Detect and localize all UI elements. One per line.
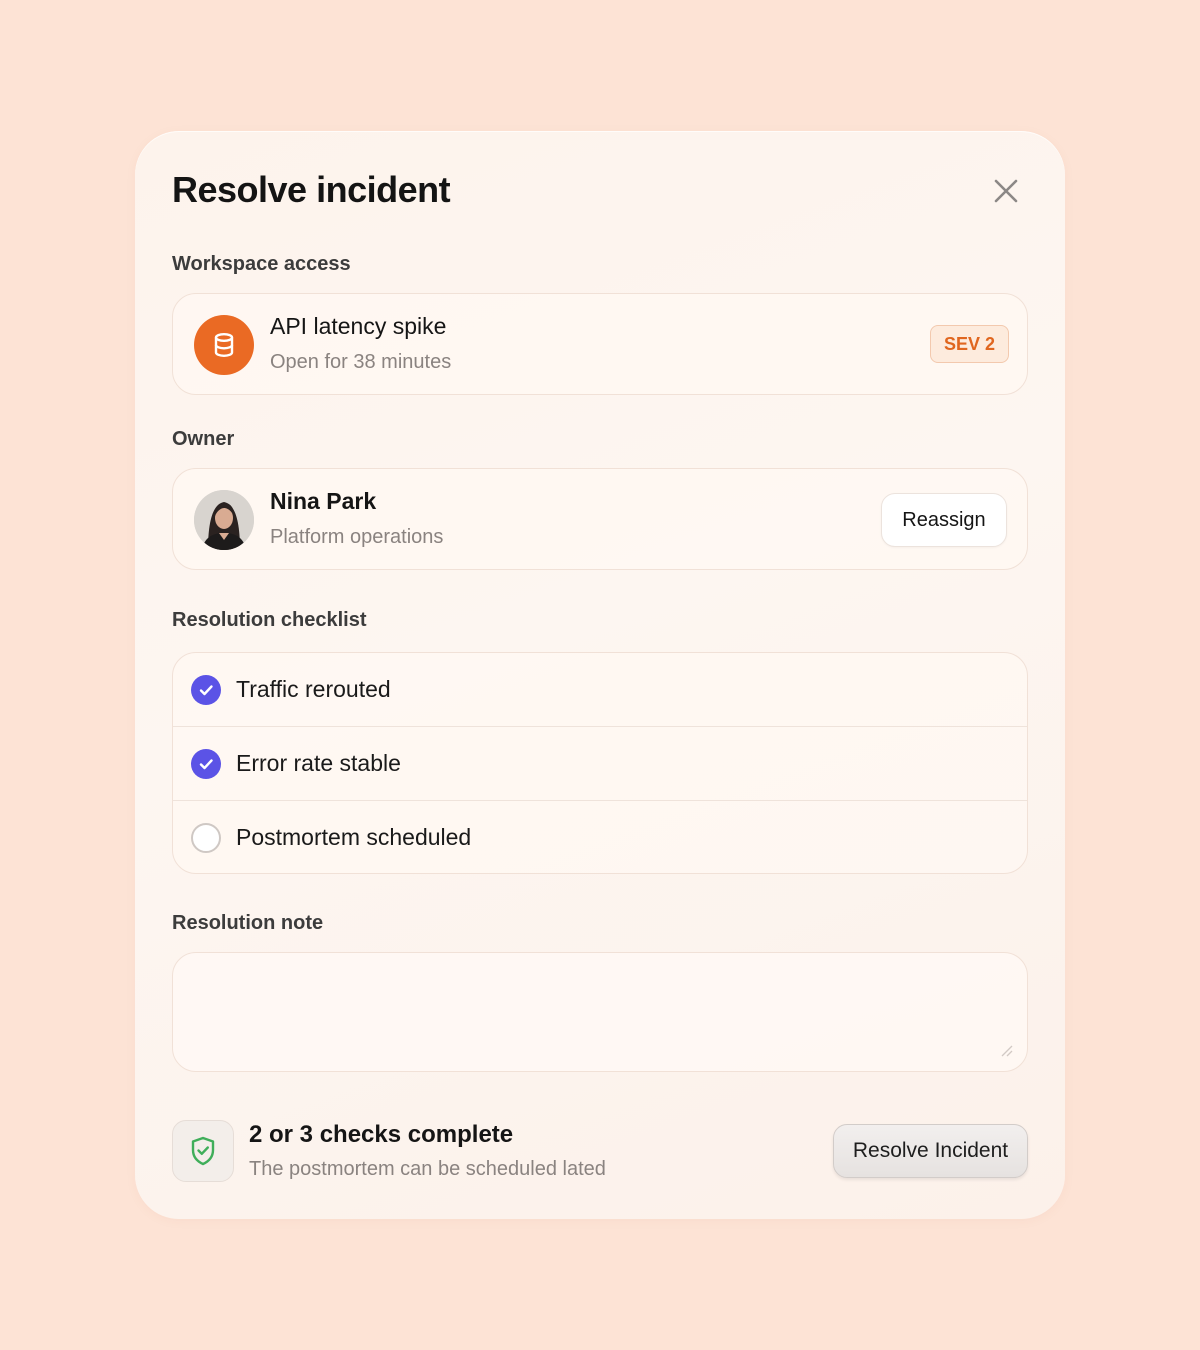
resolve-incident-button[interactable]: Resolve Incident — [833, 1124, 1028, 1178]
checklist-item-label: Traffic rerouted — [236, 676, 391, 702]
checks-status-title: 2 or 3 checks complete — [249, 1121, 514, 1148]
resolve-incident-dialog: Resolve incident Workspace access API la… — [135, 131, 1065, 1219]
checklist-section-label: Resolution checklist — [172, 609, 367, 631]
checks-status-subtitle: The postmortem can be scheduled lated — [249, 1158, 606, 1180]
severity-badge: SEV 2 — [930, 325, 1010, 363]
owner-name: Nina Park — [270, 488, 377, 514]
avatar — [194, 490, 254, 550]
database-icon — [194, 315, 254, 375]
owner-card: Nina Park Platform operations Reassign — [172, 468, 1028, 570]
incident-duration: Open for 38 minutes — [270, 351, 452, 373]
checklist-item-traffic-rerouted[interactable]: Traffic rerouted — [173, 653, 1027, 726]
incident-title: API latency spike — [270, 313, 447, 339]
incident-card: API latency spike Open for 38 minutes SE… — [172, 293, 1028, 395]
checkbox-checked-icon[interactable] — [191, 748, 221, 779]
checklist-item-postmortem-scheduled[interactable]: Postmortem scheduled — [173, 800, 1027, 873]
close-icon[interactable] — [990, 175, 1022, 207]
resolution-checklist: Traffic rerouted Error rate stable Postm… — [172, 652, 1028, 874]
checklist-item-label: Error rate stable — [236, 750, 401, 776]
checkbox-unchecked-icon[interactable] — [191, 822, 221, 853]
shield-check-icon — [172, 1120, 234, 1182]
resolution-note-textarea[interactable] — [172, 952, 1028, 1072]
reassign-button[interactable]: Reassign — [881, 493, 1007, 547]
checklist-item-label: Postmortem scheduled — [236, 824, 472, 850]
dialog-title: Resolve incident — [172, 169, 451, 210]
note-section-label: Resolution note — [172, 912, 324, 934]
owner-team: Platform operations — [270, 526, 444, 548]
checkbox-checked-icon[interactable] — [191, 674, 221, 705]
checklist-item-error-rate-stable[interactable]: Error rate stable — [173, 726, 1027, 800]
owner-section-label: Owner — [172, 428, 235, 450]
resize-grip-icon[interactable] — [999, 1043, 1013, 1057]
workspace-section-label: Workspace access — [172, 253, 351, 275]
